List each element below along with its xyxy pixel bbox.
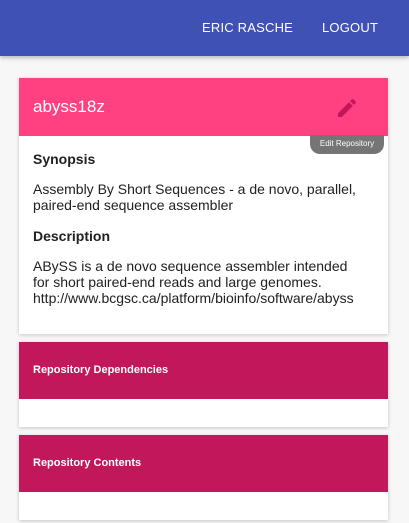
synopsis-heading: Synopsis — [33, 151, 96, 167]
repository-card: abyss18z Edit Repository Synopsis Assemb… — [19, 78, 388, 334]
repository-dependencies-header[interactable]: Repository Dependencies — [19, 342, 388, 399]
description-line: http://www.bcgsc.ca/platform/bioinfo/sof… — [33, 290, 354, 306]
repository-header: abyss18z — [19, 78, 388, 136]
repository-name: abyss18z — [33, 97, 105, 116]
repository-contents-title: Repository Contents — [33, 457, 142, 469]
repository-contents-card: Repository Contents — [19, 435, 388, 520]
repository-dependencies-card: Repository Dependencies — [19, 342, 388, 427]
synopsis-text: Assembly By Short Sequences - a de novo,… — [33, 181, 356, 213]
pencil-icon — [338, 98, 357, 117]
top-app-bar: ERIC RASCHE LOGOUT — [0, 0, 409, 56]
description-line: for short paired-end reads and large gen… — [33, 274, 322, 290]
edit-repository-button[interactable] — [335, 96, 359, 120]
logout-button[interactable]: LOGOUT — [322, 20, 378, 35]
description-text: ABySS is a de novo sequence assembler in… — [33, 258, 378, 306]
edit-repository-tooltip: Edit Repository — [310, 135, 384, 154]
user-menu-button[interactable]: ERIC RASCHE — [202, 20, 293, 35]
description-heading: Description — [33, 228, 111, 244]
repository-contents-header[interactable]: Repository Contents — [19, 435, 388, 492]
description-line: ABySS is a de novo sequence assembler in… — [33, 258, 348, 274]
repository-dependencies-title: Repository Dependencies — [33, 364, 169, 376]
